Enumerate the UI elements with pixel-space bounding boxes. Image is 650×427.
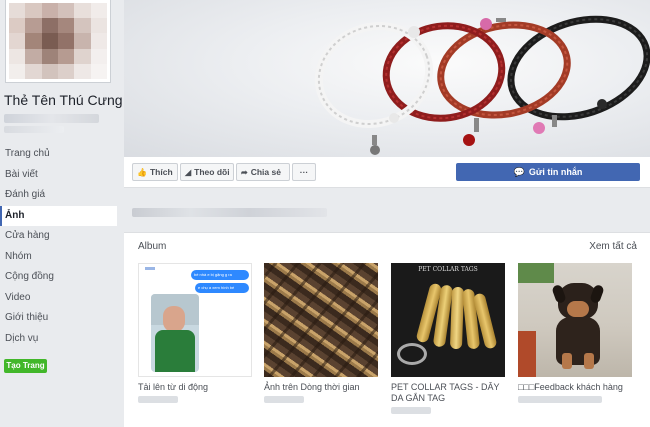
send-message-label: Gửi tin nhắn	[528, 167, 583, 177]
album-count-blur	[138, 396, 178, 403]
album-card[interactable]: bé nhà e bị gặng g ra e chụ a xem hình b…	[138, 263, 252, 403]
nav-item-shop[interactable]: Cửa hàng	[0, 226, 117, 247]
album-name[interactable]: Tải lên từ di động	[138, 382, 252, 393]
like-button[interactable]: 👍 Thích	[132, 163, 178, 181]
blurred-text	[132, 208, 327, 217]
album-thumbnail[interactable]: PET COLLAR TAGS	[391, 263, 505, 377]
profile-picture[interactable]	[6, 0, 110, 82]
pixelated-avatar-image	[9, 3, 107, 79]
album-count-blur	[264, 396, 304, 403]
nav-item-posts[interactable]: Bài viết	[0, 165, 117, 186]
messenger-icon: 💬	[513, 167, 525, 177]
nav-item-groups[interactable]: Nhóm	[0, 247, 117, 268]
thumbs-up-icon: 👍	[137, 168, 147, 177]
album-card[interactable]: Ảnh trên Dòng thời gian	[264, 263, 378, 403]
more-options-button[interactable]: ···	[292, 163, 316, 181]
share-arrow-icon: ➦	[241, 168, 248, 177]
chat-bubble: bé nhà e bị gặng g ra	[191, 270, 249, 280]
album-card[interactable]: PET COLLAR TAGS PET COLLAR TAGS - DÂY DA…	[391, 263, 505, 414]
see-all-link[interactable]: Xem tất cả	[589, 241, 637, 252]
send-message-button[interactable]: 💬 Gửi tin nhắn	[456, 163, 640, 181]
tags-photo-caption: PET COLLAR TAGS	[418, 266, 478, 273]
chat-bubble: e chụ a xem hình bé	[195, 283, 249, 293]
nav-item-community[interactable]: Cộng đồng	[0, 267, 117, 288]
nav-item-services[interactable]: Dịch vụ	[0, 329, 117, 350]
follow-label: Theo dõi	[194, 167, 230, 177]
album-name[interactable]: PET COLLAR TAGS - DÂY DA GẮN TAG	[391, 382, 505, 404]
album-name[interactable]: □□□Feedback khách hàng	[518, 382, 632, 393]
left-sidebar: Thẻ Tên Thú Cưng Trang chủ Bài viết Đánh…	[0, 0, 123, 427]
nav-item-videos[interactable]: Video	[0, 288, 117, 309]
albums-section: Album Xem tất cả bé nhà e bị gặng g ra e…	[124, 232, 650, 427]
page-nav: Trang chủ Bài viết Đánh giá Ảnh Cửa hàng…	[0, 144, 117, 349]
page-title[interactable]: Thẻ Tên Thú Cưng	[4, 92, 123, 108]
album-name[interactable]: Ảnh trên Dòng thời gian	[264, 382, 378, 393]
album-count-blur	[391, 407, 431, 414]
share-label: Chia sẻ	[250, 167, 281, 177]
nav-item-reviews[interactable]: Đánh giá	[0, 185, 117, 206]
album-thumbnail[interactable]	[518, 263, 632, 377]
create-page-button[interactable]: Tạo Trang	[4, 359, 47, 373]
blurred-username-line	[4, 126, 64, 133]
bracelets-image	[314, 15, 650, 155]
baby-photo	[151, 294, 199, 372]
like-label: Thích	[149, 167, 173, 177]
albums-heading: Album	[138, 241, 167, 252]
share-button[interactable]: ➦ Chia sẻ	[236, 163, 290, 181]
album-count-blur	[518, 396, 602, 403]
nav-item-photos[interactable]: Ảnh	[0, 205, 117, 226]
nav-item-about[interactable]: Giới thiệu	[0, 308, 117, 329]
page-action-bar: 👍 Thích ◢ Theo dõi ➦ Chia sẻ ··· 💬 Gửi tin n…	[124, 157, 650, 188]
album-card[interactable]: □□□Feedback khách hàng	[518, 263, 632, 403]
album-thumbnail[interactable]	[264, 263, 378, 377]
blurred-username	[4, 114, 99, 123]
nav-item-home[interactable]: Trang chủ	[0, 144, 117, 165]
rss-icon: ◢	[185, 168, 192, 177]
follow-button[interactable]: ◢ Theo dõi	[180, 163, 234, 181]
album-thumbnail[interactable]: bé nhà e bị gặng g ra e chụ a xem hình b…	[138, 263, 252, 377]
cover-photo[interactable]	[124, 0, 650, 157]
